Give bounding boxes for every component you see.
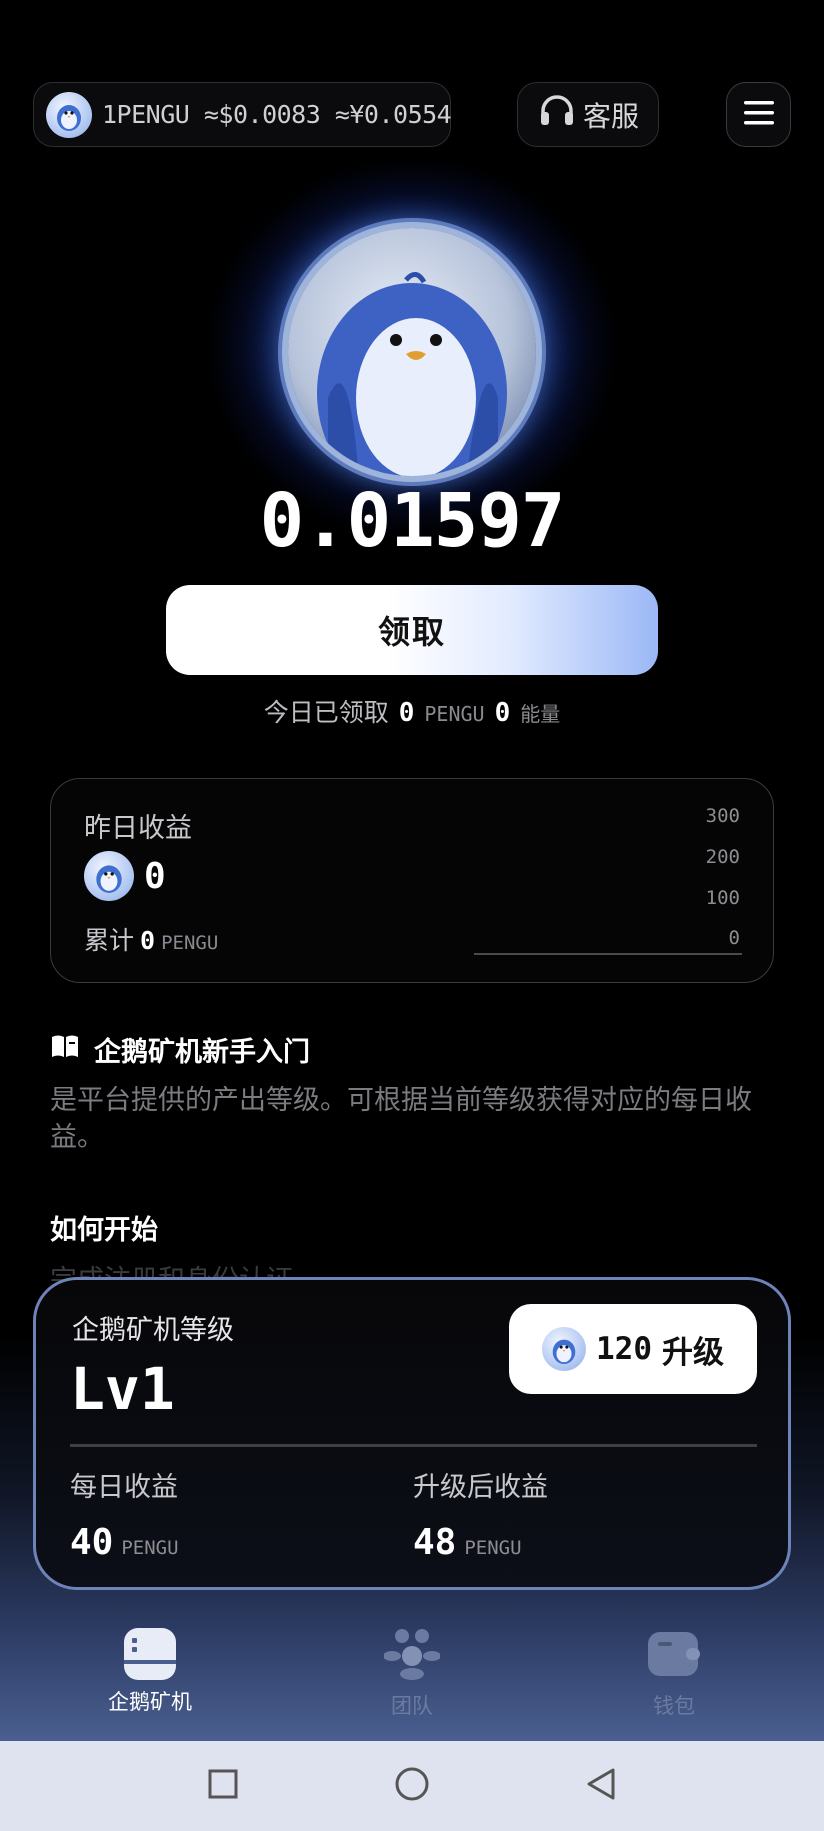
home-icon[interactable] [394, 1766, 430, 1806]
pengu-coin-icon [84, 851, 134, 901]
total-earnings: 累计 0 PENGU [84, 921, 218, 957]
tab-miner-label: 企鹅矿机 [108, 1690, 192, 1714]
back-icon[interactable] [585, 1767, 617, 1805]
total-value: 0 [140, 926, 156, 955]
claim-button[interactable]: 领取 [166, 585, 658, 675]
tab-wallet-label: 钱包 [653, 1694, 695, 1718]
pengu-coin-icon [542, 1327, 586, 1371]
total-label: 累计 [84, 926, 135, 955]
level-label: 企鹅矿机等级 [72, 1315, 234, 1346]
wallet-icon [646, 1628, 702, 1684]
tab-wallet[interactable]: 钱包 [594, 1628, 754, 1720]
daily-label: 每日收益 [70, 1472, 178, 1503]
pengu-coin-image [288, 228, 536, 476]
tab-team-label: 团队 [391, 1694, 433, 1718]
total-unit: PENGU [161, 932, 219, 954]
guide-title: 企鹅矿机新手入门 [94, 1037, 310, 1068]
yesterday-earnings-card: 昨日收益 0 累计 0 PENGU 300 200 100 0 [50, 778, 774, 983]
system-nav-bar [0, 1741, 824, 1831]
after-upgrade-earnings: 升级后收益 48 PENGU [413, 1465, 548, 1563]
price-ticker: 1PENGU ≈$0.0083 ≈¥0.0554 [33, 82, 452, 147]
guide-description: 是平台提供的产出等级。可根据当前等级获得对应的每日收益。 [50, 1085, 752, 1153]
yesterday-title: 昨日收益 [84, 813, 192, 844]
today-pengu-unit: PENGU [424, 702, 485, 726]
today-energy-unit: 能量 [520, 702, 561, 726]
how-to-start-title: 如何开始 [50, 1215, 158, 1246]
yesterday-value-row: 0 [84, 851, 166, 901]
guide-heading: 企鹅矿机新手入门 [50, 1030, 310, 1069]
tab-team[interactable]: 团队 [332, 1628, 492, 1720]
support-button[interactable]: 客服 [517, 82, 659, 147]
today-energy-value: 0 [494, 698, 511, 728]
team-icon [383, 1628, 441, 1684]
chart-tick: 100 [705, 887, 740, 909]
headset-icon [537, 91, 577, 138]
menu-icon [742, 99, 776, 131]
pengu-coin-icon [46, 91, 92, 138]
yesterday-value: 0 [144, 855, 166, 897]
upgrade-label: 升级 [662, 1334, 724, 1371]
tab-miner[interactable]: 企鹅矿机 [70, 1628, 230, 1716]
chart-tick: 300 [705, 805, 740, 827]
upgrade-cost: 120 [596, 1331, 652, 1367]
today-claimed: 今日已领取 0 PENGU 0 能量 [0, 693, 824, 729]
daily-unit: PENGU [121, 1537, 179, 1559]
miner-icon [124, 1628, 176, 1680]
miner-level-card: 企鹅矿机等级 Lv1 120 升级 每日收益 40 PENGU 升级后收益 48 P… [33, 1277, 791, 1590]
daily-value: 40 [70, 1522, 114, 1563]
book-icon [50, 1033, 80, 1066]
upgrade-button[interactable]: 120 升级 [509, 1304, 757, 1394]
recents-icon[interactable] [207, 1768, 239, 1804]
daily-earnings: 每日收益 40 PENGU [70, 1465, 179, 1563]
chart-baseline [474, 953, 742, 955]
chart-tick: 200 [705, 846, 740, 868]
after-value: 48 [413, 1522, 457, 1563]
menu-button[interactable] [726, 82, 791, 147]
after-unit: PENGU [464, 1537, 522, 1559]
today-prefix: 今日已领取 [263, 698, 389, 727]
level-divider [70, 1444, 757, 1447]
mining-balance: 0.01597 [259, 478, 566, 564]
today-pengu-value: 0 [398, 698, 415, 728]
level-value: Lv1 [70, 1355, 175, 1423]
after-label: 升级后收益 [413, 1472, 548, 1503]
chart-tick: 0 [728, 927, 740, 949]
price-text: 1PENGU ≈$0.0083 ≈¥0.0554 [102, 100, 452, 129]
support-label: 客服 [582, 99, 639, 133]
